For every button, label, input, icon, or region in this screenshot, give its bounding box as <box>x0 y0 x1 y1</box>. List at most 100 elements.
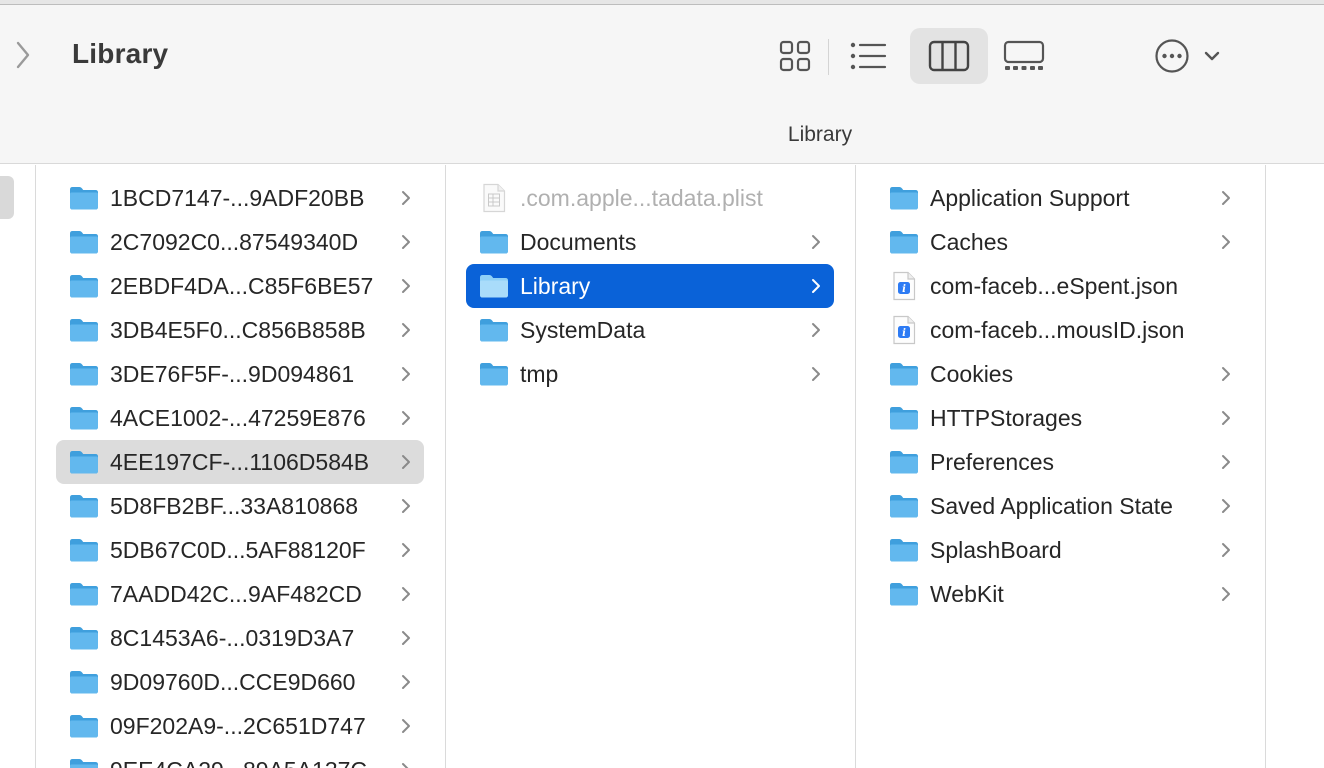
chevron-right-icon <box>402 543 410 557</box>
folder-row-tmp[interactable]: tmp <box>466 352 834 396</box>
file-row-com-apple-tadata-plist[interactable]: .com.apple...tadata.plist <box>466 176 834 220</box>
folder-row-preferences[interactable]: Preferences <box>876 440 1244 484</box>
chevron-right-icon <box>402 587 410 601</box>
gallery-icon <box>1003 40 1045 70</box>
disclosure-chevron <box>1216 496 1236 516</box>
chevron-right-icon <box>402 411 410 425</box>
folder-row-cookies[interactable]: Cookies <box>876 352 1244 396</box>
column-2[interactable]: .com.apple...tadata.plist Documents Libr… <box>446 165 856 768</box>
row-label: 8C1453A6-...0319D3A7 <box>110 624 355 651</box>
row-label: com-faceb...mousID.json <box>930 316 1185 343</box>
more-actions-button[interactable] <box>1150 33 1230 79</box>
chevron-right-icon <box>402 191 410 205</box>
chevron-right-icon <box>402 455 410 469</box>
chevron-right-icon <box>1222 411 1230 425</box>
row-icon <box>478 228 510 256</box>
chevron-right-icon <box>402 763 409 768</box>
folder-row-systemdata[interactable]: SystemData <box>466 308 834 352</box>
list-icon <box>850 42 887 70</box>
folder-row-caches[interactable]: Caches <box>876 220 1244 264</box>
folder-icon <box>890 231 918 254</box>
folder-row-5db67c0d-5af88120f[interactable]: 5DB67C0D...5AF88120F <box>56 528 424 572</box>
row-icon <box>68 624 100 652</box>
folder-row-library[interactable]: Library <box>466 264 834 308</box>
row-icon <box>888 536 920 564</box>
folder-row-documents[interactable]: Documents <box>466 220 834 264</box>
row-icon <box>478 316 510 344</box>
folder-icon <box>70 275 98 298</box>
chevron-right-icon <box>1222 191 1230 205</box>
folder-row-3db4e5f0-c856b858b[interactable]: 3DB4E5F0...C856B858B <box>56 308 424 352</box>
disclosure-chevron <box>806 364 826 384</box>
disclosure-chevron <box>396 276 416 296</box>
disclosure-chevron <box>396 716 416 736</box>
folder-icon <box>70 539 98 562</box>
folder-row-application-support[interactable]: Application Support <box>876 176 1244 220</box>
folder-row-httpstorages[interactable]: HTTPStorages <box>876 396 1244 440</box>
chevron-right-icon <box>402 631 410 645</box>
folder-row-3de76f5f-9d094861[interactable]: 3DE76F5F-...9D094861 <box>56 352 424 396</box>
gallery-view-button[interactable] <box>985 28 1063 84</box>
folder-icon <box>70 715 98 738</box>
disclosure-chevron <box>396 408 416 428</box>
chevron-right-icon <box>1222 543 1230 557</box>
chevron-right-icon <box>402 279 410 293</box>
column-4[interactable] <box>1266 165 1324 768</box>
folder-icon <box>70 231 98 254</box>
path-label-text: Library <box>787 123 853 146</box>
file-row-com-faceb-mousid-json[interactable]: i com-faceb...mousID.json <box>876 308 1244 352</box>
row-icon <box>478 272 510 300</box>
folder-icon <box>70 671 98 694</box>
column-0[interactable] <box>0 165 36 768</box>
row-label: tmp <box>520 360 559 387</box>
chevron-right-icon <box>402 719 410 733</box>
folder-row-1bcd7147-9adf20bb[interactable]: 1BCD7147-...9ADF20BB <box>56 176 424 220</box>
folder-row-webkit[interactable]: WebKit <box>876 572 1244 616</box>
row-icon <box>888 492 920 520</box>
folder-icon <box>70 759 98 768</box>
file-row-com-faceb-espent-json[interactable]: i com-faceb...eSpent.json <box>876 264 1244 308</box>
disclosure-chevron <box>396 364 416 384</box>
chevron-right-icon <box>812 367 820 381</box>
disclosure-chevron <box>1216 364 1236 384</box>
folder-icon <box>890 583 918 606</box>
folder-row-saved-application-state[interactable]: Saved Application State <box>876 484 1244 528</box>
disclosure-chevron <box>396 320 416 340</box>
folder-row-4ee197cf-1106d584b[interactable]: 4EE197CF-...1106D584B <box>56 440 424 484</box>
selected-row-stub <box>0 176 14 219</box>
folder-icon <box>480 231 508 254</box>
column-view-button[interactable] <box>910 28 988 84</box>
grid-icon <box>779 40 811 72</box>
column-1[interactable]: 1BCD7147-...9ADF20BB 2C7092C0...87549340… <box>36 165 446 768</box>
folder-row-9ee4ca29-89a5a137c[interactable]: 9EE4CA29...89A5A137C <box>56 748 424 768</box>
row-icon: i <box>888 315 920 345</box>
icon-view-button[interactable] <box>756 28 834 84</box>
row-label: 4EE197CF-...1106D584B <box>110 448 370 475</box>
chevron-right-icon <box>1222 499 1230 513</box>
json-file-icon: i <box>893 271 916 301</box>
folder-icon <box>70 583 98 606</box>
folder-row-5d8fb2bf-33a810868[interactable]: 5D8FB2BF...33A810868 <box>56 484 424 528</box>
folder-row-2ebdf4da-c85f6be57[interactable]: 2EBDF4DA...C85F6BE57 <box>56 264 424 308</box>
chevron-right-icon <box>812 323 820 337</box>
folder-row-9d09760d-cce9d660[interactable]: 9D09760D...CCE9D660 <box>56 660 424 704</box>
row-label: 2C7092C0...87549340D <box>110 228 359 255</box>
window-title: Library <box>72 38 169 69</box>
row-icon <box>68 228 100 256</box>
list-view-button[interactable] <box>830 28 908 84</box>
folder-row-4ace1002-47259e876[interactable]: 4ACE1002-...47259E876 <box>56 396 424 440</box>
forward-button[interactable] <box>8 37 38 73</box>
folder-icon <box>480 363 508 386</box>
row-icon <box>68 404 100 432</box>
column-3[interactable]: Application Support Caches i com-faceb..… <box>856 165 1266 768</box>
folder-row-2c7092c0-87549340d[interactable]: 2C7092C0...87549340D <box>56 220 424 264</box>
json-file-icon: i <box>893 315 916 345</box>
folder-row-splashboard[interactable]: SplashBoard <box>876 528 1244 572</box>
row-label: 7AADD42C...9AF482CD <box>110 580 362 607</box>
svg-text:i: i <box>902 284 906 295</box>
folder-row-8c1453a6-0319d3a7[interactable]: 8C1453A6-...0319D3A7 <box>56 616 424 660</box>
folder-row-7aadd42c-9af482cd[interactable]: 7AADD42C...9AF482CD <box>56 572 424 616</box>
folder-row-09f202a9-2c651d747[interactable]: 09F202A9-...2C651D747 <box>56 704 424 748</box>
disclosure-chevron <box>1216 452 1236 472</box>
row-label: Saved Application State <box>930 492 1173 519</box>
